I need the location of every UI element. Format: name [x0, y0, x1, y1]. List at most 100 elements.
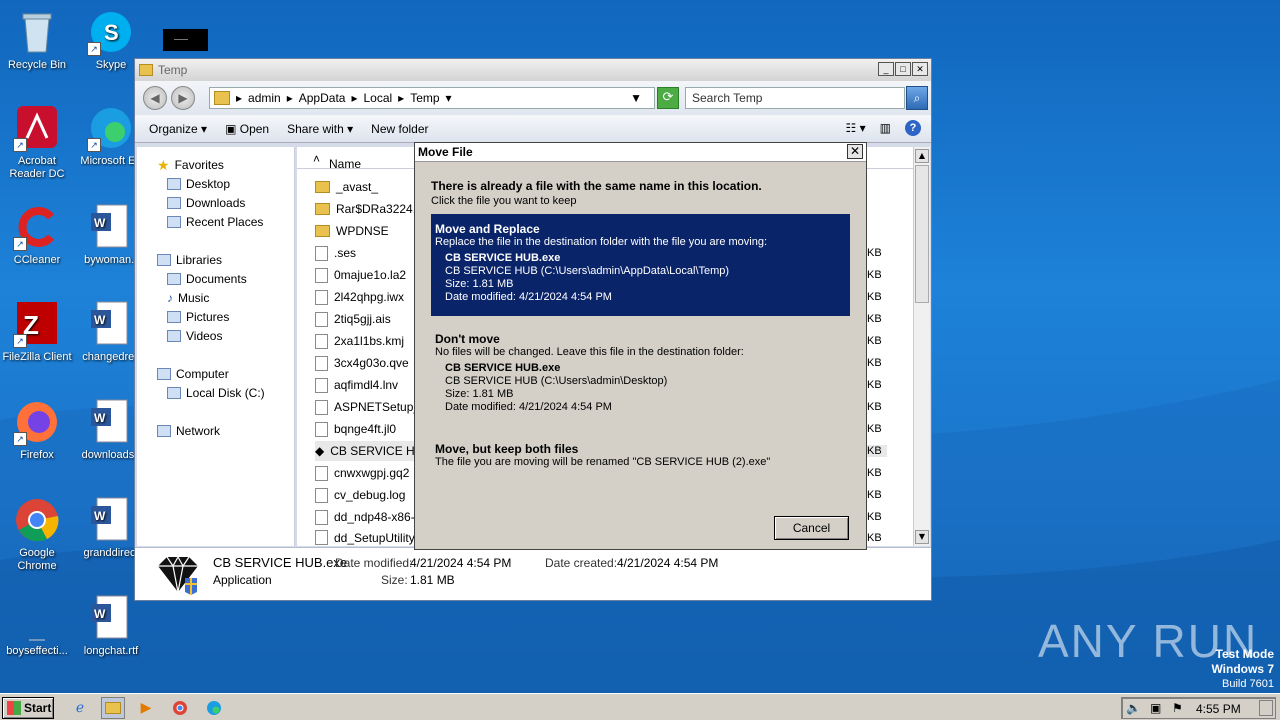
breadcrumb-temp[interactable]: Temp	[410, 91, 439, 105]
breadcrumb-appdata[interactable]: AppData	[299, 91, 346, 105]
dialog-close-button[interactable]: ✕	[847, 144, 863, 159]
option-dont-move[interactable]: Don't move No files will be changed. Lea…	[431, 332, 850, 414]
nav-pictures[interactable]: Pictures	[167, 308, 229, 326]
search-icon[interactable]: ⌕	[906, 86, 928, 110]
share-with-button[interactable]: Share with ▾	[287, 122, 353, 136]
drive-icon	[167, 387, 181, 399]
preview-pane-icon[interactable]: ▥	[880, 121, 891, 135]
nav-favorites[interactable]: ★ Favorites	[157, 156, 224, 174]
move-file-dialog[interactable]: Move File ✕ There is already a file with…	[414, 142, 867, 550]
breadcrumb-admin[interactable]: admin	[248, 91, 281, 105]
clock[interactable]: 4:55 PM	[1196, 702, 1241, 716]
network-tray-icon[interactable]: ▣	[1150, 701, 1161, 715]
nav-music[interactable]: ♪ Music	[167, 289, 209, 307]
details-filename: CB SERVICE HUB.exe	[213, 555, 348, 570]
folder-icon	[315, 181, 330, 193]
vertical-scrollbar[interactable]: ▲ ▼	[913, 147, 930, 546]
nav-downloads[interactable]: Downloads	[167, 194, 245, 212]
open-button[interactable]: ▣ Open	[225, 122, 269, 136]
scroll-down-button[interactable]: ▼	[915, 530, 929, 544]
nav-desktop[interactable]: Desktop	[167, 175, 230, 193]
new-folder-button[interactable]: New folder	[371, 122, 428, 136]
windows-logo-icon	[7, 701, 21, 715]
svg-text:W: W	[94, 216, 106, 230]
address-dropdown-icon[interactable]: ▼	[630, 91, 642, 105]
file-icon	[315, 421, 328, 437]
desktop-icon-longchat[interactable]: W longchat.rtf	[74, 594, 148, 658]
internet-explorer-icon[interactable]: ℯ	[68, 697, 92, 719]
date-created-label: Date created:	[545, 556, 618, 570]
option-keep-both[interactable]: Move, but keep both files The file you a…	[431, 442, 850, 468]
date-modified-value: 4/21/2024 4:54 PM	[410, 556, 512, 570]
explorer-taskbar-icon[interactable]	[101, 697, 125, 719]
media-player-icon[interactable]: ▶	[134, 697, 158, 719]
file-size: KB	[867, 269, 882, 281]
desktop-icon-label: Google Chrome	[17, 547, 57, 572]
desktop-icon-recycle-bin[interactable]: Recycle Bin	[0, 8, 74, 72]
scroll-up-button[interactable]: ▲	[915, 149, 929, 163]
address-bar[interactable]: ▸ admin ▸ AppData ▸ Local ▸ Temp ▾ ▼	[209, 87, 655, 109]
black-window-thumbnail[interactable]	[163, 29, 208, 51]
desktop-icon-boyseffecti[interactable]: boyseffecti...	[0, 594, 74, 658]
option-file-path: CB SERVICE HUB (C:\Users\admin\AppData\L…	[445, 265, 730, 277]
word-document-icon: W	[87, 398, 135, 446]
file-size: KB	[867, 401, 882, 413]
nav-videos[interactable]: Videos	[167, 327, 222, 345]
option-move-and-replace[interactable]: Move and Replace Replace the file in the…	[431, 214, 850, 316]
firefox-icon: ↗	[13, 398, 61, 446]
desktop-icon-firefox[interactable]: ↗ Firefox	[0, 398, 74, 462]
dialog-heading: There is already a file with the same na…	[431, 179, 762, 193]
file-size: KB	[867, 423, 882, 435]
close-button[interactable]: ✕	[912, 62, 928, 76]
cancel-button[interactable]: Cancel	[774, 516, 849, 540]
test-mode-label: Test Mode	[1215, 647, 1274, 661]
desktop-icon-acrobat[interactable]: ↗ Acrobat Reader DC	[0, 104, 74, 181]
search-input[interactable]: Search Temp	[685, 87, 905, 109]
diamond-app-icon: ◆	[315, 444, 325, 458]
desktop-icon-chrome[interactable]: Google Chrome	[0, 496, 74, 573]
nav-local-disk[interactable]: Local Disk (C:)	[167, 384, 265, 402]
desktop-icon-label: FileZilla Client	[2, 351, 72, 363]
forward-button[interactable]: ▶	[171, 86, 195, 110]
navigation-bar: ◀ ▶ ▸ admin ▸ AppData ▸ Local ▸ Temp ▾ ▼…	[135, 81, 931, 115]
desktop-icon-filezilla[interactable]: Z ↗ FileZilla Client	[0, 300, 74, 364]
help-icon[interactable]: ?	[905, 120, 921, 136]
file-size: KB	[867, 467, 882, 479]
show-desktop-button[interactable]	[1259, 700, 1273, 716]
edge-taskbar-icon[interactable]	[202, 697, 226, 719]
desktop-icon	[167, 178, 181, 190]
desktop-icon-ccleaner[interactable]: ↗ CCleaner	[0, 203, 74, 267]
nav-computer[interactable]: Computer	[157, 365, 229, 383]
minimize-button[interactable]: _	[878, 62, 894, 76]
volume-icon[interactable]: 🔈	[1126, 701, 1141, 715]
svg-text:W: W	[94, 607, 106, 621]
back-button[interactable]: ◀	[143, 86, 167, 110]
details-pane: CB SERVICE HUB.exe Application Date modi…	[135, 547, 931, 600]
nav-network[interactable]: Network	[157, 422, 220, 440]
chevron-icon: ▸	[286, 91, 293, 105]
file-size: KB	[867, 489, 882, 501]
chevron-icon: ▸	[351, 91, 358, 105]
nav-libraries[interactable]: Libraries	[157, 251, 222, 269]
refresh-button[interactable]: ⟳	[657, 87, 679, 109]
system-tray: 🔈 ▣ ⚑ 4:55 PM	[1121, 697, 1276, 719]
breadcrumb-local[interactable]: Local	[363, 91, 392, 105]
file-size: KB	[867, 291, 882, 303]
chrome-taskbar-icon[interactable]	[168, 697, 192, 719]
action-center-icon[interactable]: ⚑	[1172, 701, 1183, 715]
start-button[interactable]: Start	[2, 697, 54, 719]
file-icon	[315, 465, 328, 481]
dialog-title: Move File	[415, 143, 866, 162]
nav-recent-places[interactable]: Recent Places	[167, 213, 263, 231]
organize-button[interactable]: Organize ▾	[149, 122, 207, 136]
nav-documents[interactable]: Documents	[167, 270, 247, 288]
option-file-size: Size: 1.81 MB	[445, 278, 514, 290]
view-options-icon[interactable]: ☷ ▾	[846, 121, 866, 135]
taskbar: Start ℯ ▶ 🔈 ▣ ⚑ 4:55 PM	[0, 693, 1280, 720]
file-size: KB	[867, 357, 882, 369]
maximize-button[interactable]: □	[895, 62, 911, 76]
scroll-thumb[interactable]	[915, 165, 929, 303]
diamond-app-icon	[158, 555, 198, 595]
videos-icon	[167, 330, 181, 342]
explorer-titlebar[interactable]: Temp _ □ ✕	[135, 59, 931, 81]
